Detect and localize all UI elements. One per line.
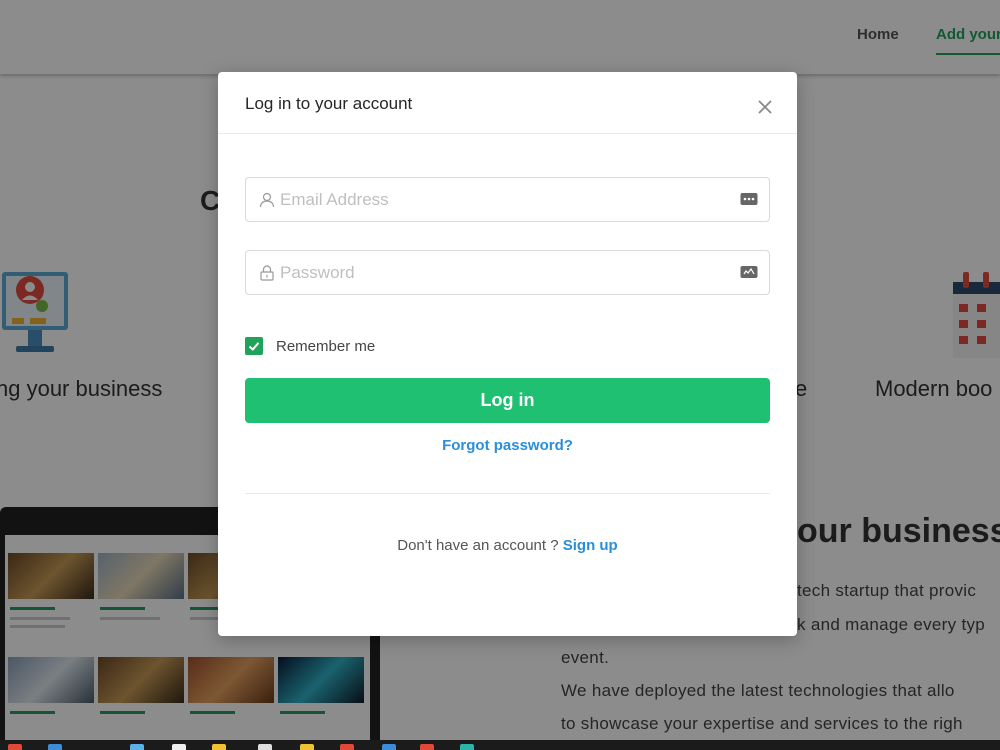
- signup-prompt: Don't have an account ? Sign up: [218, 537, 797, 554]
- user-icon: [259, 192, 275, 208]
- taskbar-app-icon[interactable]: [258, 744, 272, 750]
- remember-me-checkbox[interactable]: [245, 337, 263, 355]
- autofill-key-icon[interactable]: [740, 191, 758, 207]
- modal-header: Log in to your account: [218, 72, 797, 134]
- taskbar-app-icon[interactable]: [340, 744, 354, 750]
- taskbar-app-icon[interactable]: [420, 744, 434, 750]
- remember-me-label: Remember me: [276, 337, 376, 355]
- close-icon[interactable]: [753, 95, 777, 119]
- taskbar-app-icon[interactable]: [172, 744, 186, 750]
- taskbar-app-icon[interactable]: [212, 744, 226, 750]
- os-taskbar: [0, 740, 1000, 750]
- divider: [245, 493, 770, 494]
- email-input[interactable]: [280, 186, 720, 214]
- checkmark-icon: [248, 342, 260, 351]
- password-input[interactable]: [280, 259, 720, 287]
- taskbar-app-icon[interactable]: [8, 744, 22, 750]
- taskbar-app-icon[interactable]: [130, 744, 144, 750]
- login-button[interactable]: Log in: [245, 378, 770, 423]
- taskbar-app-icon[interactable]: [48, 744, 62, 750]
- taskbar-app-icon[interactable]: [382, 744, 396, 750]
- lock-icon: [260, 265, 274, 281]
- login-modal: Log in to your account Email Address Rem…: [218, 72, 797, 636]
- password-manager-icon[interactable]: [740, 264, 758, 280]
- remember-me-option[interactable]: Remember me: [245, 336, 375, 356]
- signup-link[interactable]: Sign up: [563, 537, 618, 554]
- taskbar-app-icon[interactable]: [460, 744, 474, 750]
- forgot-password-link[interactable]: Forgot password?: [218, 437, 797, 454]
- no-account-text: Don't have an account ?: [397, 537, 563, 554]
- email-field[interactable]: [245, 177, 770, 222]
- modal-title: Log in to your account: [245, 94, 413, 113]
- taskbar-app-icon[interactable]: [300, 744, 314, 750]
- password-field[interactable]: [245, 250, 770, 295]
